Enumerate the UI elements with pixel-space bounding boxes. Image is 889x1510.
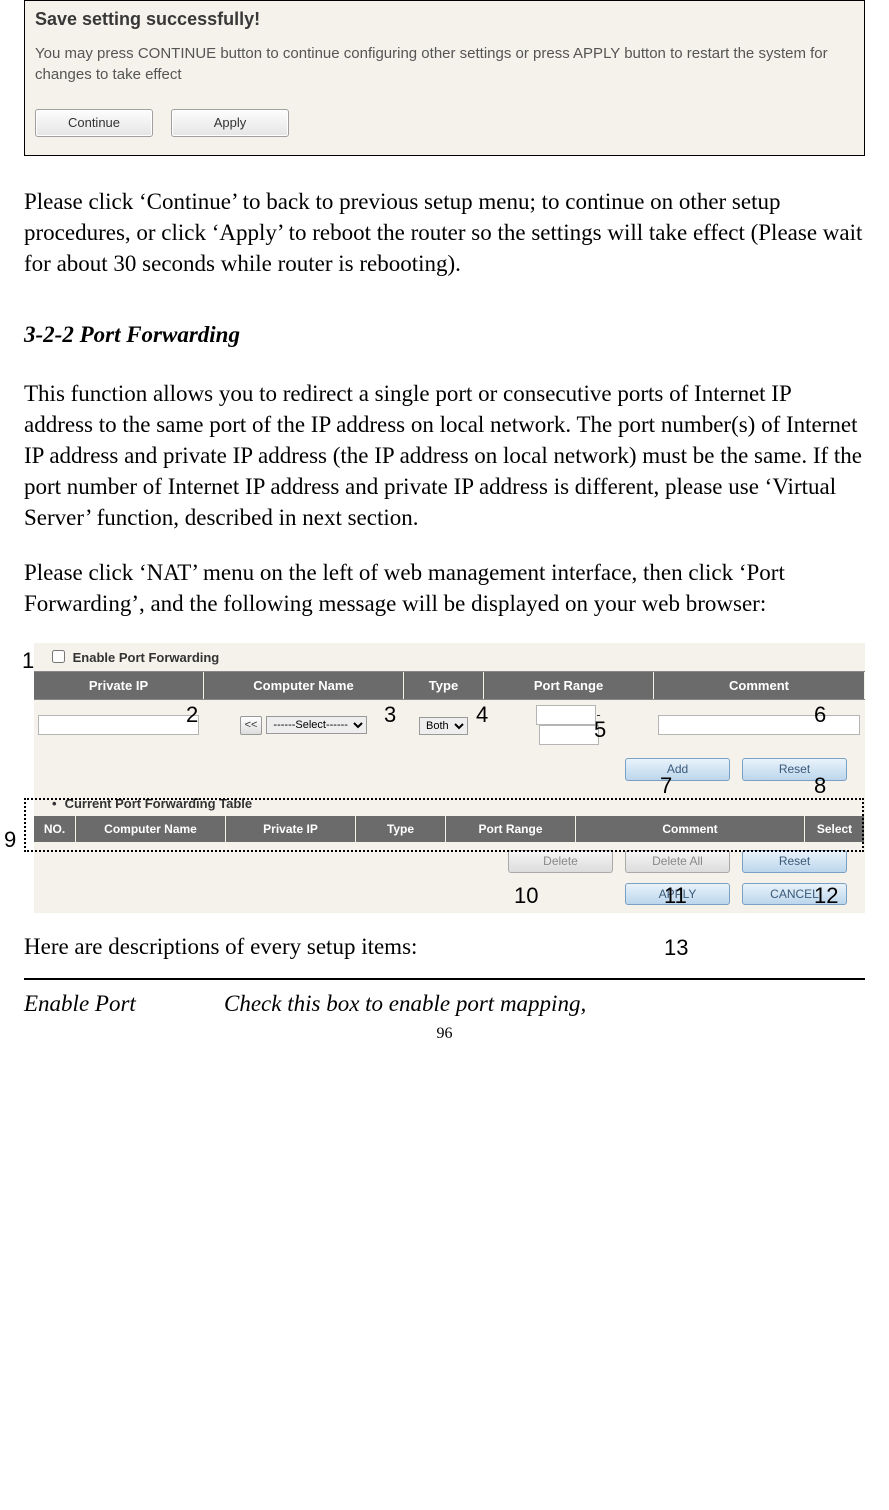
callout-7: 7 <box>660 771 672 801</box>
col-computer-name: Computer Name <box>204 672 404 700</box>
callout-3: 3 <box>384 700 396 730</box>
enable-port-forwarding-checkbox[interactable] <box>52 650 65 663</box>
port-range-start-input[interactable] <box>536 705 596 725</box>
continue-button[interactable]: Continue <box>35 109 153 137</box>
dialog-title: Save setting successfully! <box>25 1 864 43</box>
enable-port-forwarding-label: Enable Port Forwarding <box>73 650 220 665</box>
current-table-title: Current Port Forwarding Table <box>34 789 865 817</box>
callout-8: 8 <box>814 771 826 801</box>
col2-computer: Computer Name <box>76 816 226 842</box>
col-comment: Comment <box>654 672 865 700</box>
port-range-end-input[interactable] <box>539 725 599 745</box>
col2-range: Port Range <box>446 816 576 842</box>
current-table-header: NO. Computer Name Private IP Type Port R… <box>34 816 865 842</box>
callout-12: 12 <box>814 881 838 911</box>
copy-name-button[interactable]: << <box>240 716 263 735</box>
definition-term: Enable Port <box>24 988 224 1019</box>
callout-4: 4 <box>476 700 488 730</box>
add-button[interactable]: Add <box>625 758 730 780</box>
apply-button[interactable]: Apply <box>171 109 289 137</box>
comment-input[interactable] <box>658 715 860 735</box>
computer-name-select[interactable]: ------Select------ <box>266 716 367 734</box>
section-heading: 3-2-2 Port Forwarding <box>24 319 865 350</box>
callout-2: 2 <box>186 700 198 730</box>
callout-9: 9 <box>4 825 16 855</box>
callout-1: 1 <box>22 646 34 676</box>
input-row: << ------Select------ Both - <box>34 700 865 750</box>
delete-all-button[interactable]: Delete All <box>625 850 730 872</box>
callout-11: 11 <box>664 881 687 911</box>
enable-port-forwarding-row: Enable Port Forwarding <box>34 643 865 671</box>
paragraph-nat-instructions: Please click ‘NAT’ menu on the left of w… <box>24 557 865 619</box>
private-ip-input[interactable] <box>38 715 199 735</box>
col2-select: Select <box>805 816 865 842</box>
save-dialog: Save setting successfully! You may press… <box>24 0 865 156</box>
page-number: 96 <box>24 1023 865 1045</box>
paragraph-function-desc: This function allows you to redirect a s… <box>24 378 865 533</box>
paragraph-continue-apply: Please click ‘Continue’ to back to previ… <box>24 186 865 279</box>
callout-6: 6 <box>814 700 826 730</box>
definition-row: Enable Port Check this box to enable por… <box>24 988 865 1019</box>
input-table-header: Private IP Computer Name Type Port Range… <box>34 671 865 701</box>
callout-10: 10 <box>514 881 538 911</box>
col2-comment: Comment <box>576 816 805 842</box>
col-private-ip: Private IP <box>34 672 204 700</box>
col2-type: Type <box>356 816 446 842</box>
delete-button[interactable]: Delete <box>508 850 613 872</box>
port-forwarding-figure: Enable Port Forwarding Private IP Comput… <box>24 643 865 912</box>
callout-5: 5 <box>594 715 606 745</box>
definition-body: Check this box to enable port mapping, <box>224 988 865 1019</box>
dialog-message: You may press CONTINUE button to continu… <box>25 43 864 109</box>
descriptions-intro: Here are descriptions of every setup ite… <box>24 931 865 962</box>
callout-13: 13 <box>664 933 688 963</box>
reset-button[interactable]: Reset <box>742 758 847 780</box>
col2-no: NO. <box>34 816 76 842</box>
reset2-button[interactable]: Reset <box>742 850 847 872</box>
col-type: Type <box>404 672 484 700</box>
col2-private: Private IP <box>226 816 356 842</box>
divider <box>24 978 865 980</box>
col-port-range: Port Range <box>484 672 654 700</box>
type-select[interactable]: Both <box>419 717 468 735</box>
